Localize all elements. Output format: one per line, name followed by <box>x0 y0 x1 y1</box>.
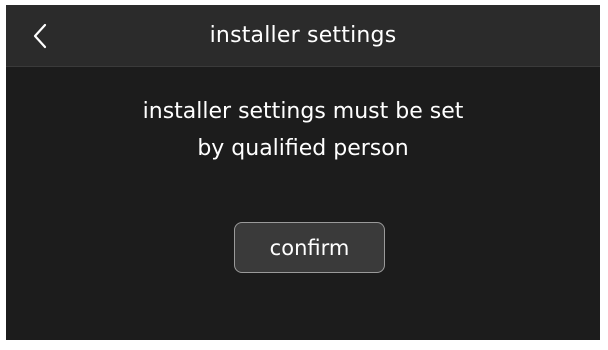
installer-settings-screen: installer settings installer settings mu… <box>6 5 600 340</box>
confirm-button[interactable]: confirm <box>234 222 385 273</box>
header-bar: installer settings <box>6 5 600 67</box>
warning-message-line-1: installer settings must be set <box>142 99 464 124</box>
warning-message: installer settings must be set by qualif… <box>6 93 600 167</box>
page-title: installer settings <box>209 23 397 48</box>
warning-message-line-2: by qualified person <box>197 136 409 161</box>
